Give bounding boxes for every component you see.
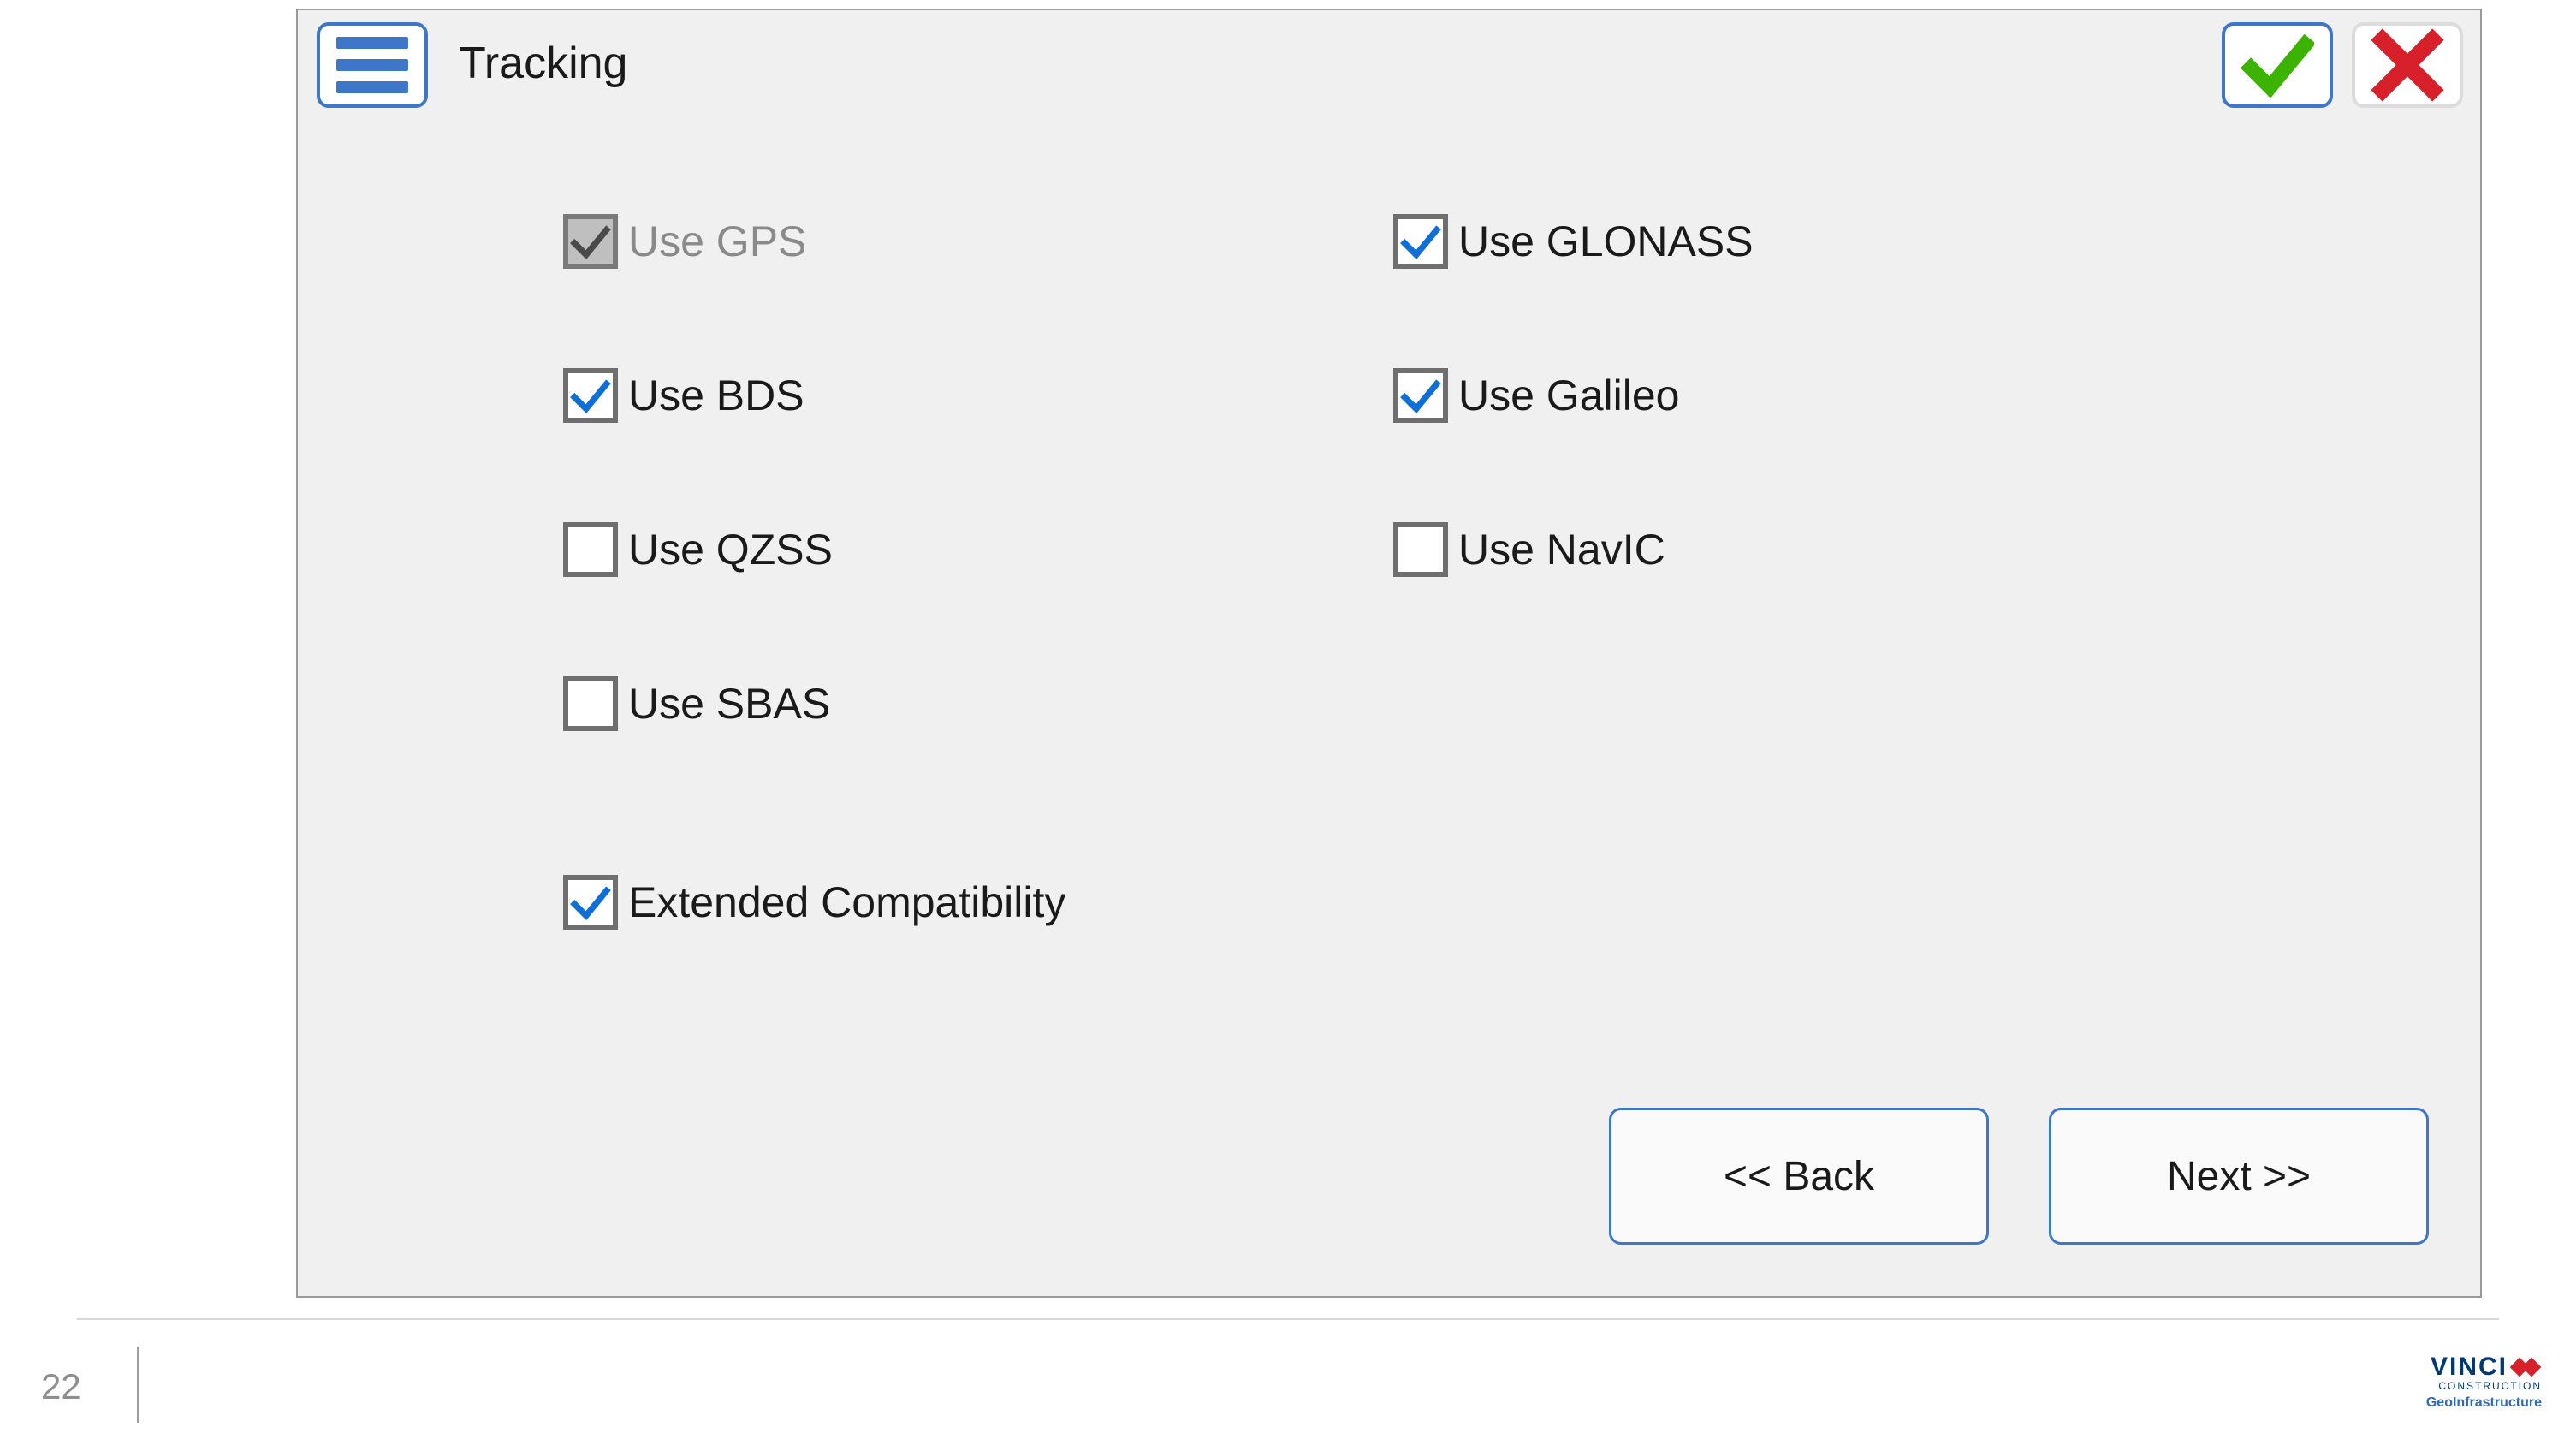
checkbox-glonass[interactable] xyxy=(1393,214,1448,269)
brand-icon xyxy=(2513,1353,2542,1382)
option-galileo: Use Galileo xyxy=(1393,318,2223,473)
checkbox-label: Extended Compatibility xyxy=(628,877,1065,927)
wizard-nav: << Back Next >> xyxy=(1609,1108,2429,1245)
footer-divider xyxy=(77,1318,2499,1320)
cancel-button[interactable] xyxy=(2352,22,2463,108)
hamburger-icon xyxy=(336,37,408,49)
checkmark-icon xyxy=(2241,28,2314,102)
checkbox-navic[interactable] xyxy=(1393,522,1448,577)
back-button[interactable]: << Back xyxy=(1609,1108,1989,1245)
checkbox-gps xyxy=(563,214,618,269)
checkbox-qzss[interactable] xyxy=(563,522,618,577)
checkbox-label: Use QZSS xyxy=(628,525,833,574)
option-extended-compatibility: Extended Compatibility xyxy=(563,875,1065,930)
panel-header: Tracking xyxy=(298,22,2480,125)
option-bds: Use BDS xyxy=(563,318,1393,473)
brand-name: VINCI xyxy=(2431,1353,2508,1382)
hamburger-icon xyxy=(336,81,408,93)
checkbox-label: Use Galileo xyxy=(1458,371,1679,420)
option-glonass: Use GLONASS xyxy=(1393,164,2223,318)
checkbox-sbas[interactable] xyxy=(563,676,618,731)
option-qzss: Use QZSS xyxy=(563,473,1393,627)
ok-button[interactable] xyxy=(2222,22,2333,108)
brand-subtitle-1: CONSTRUCTION xyxy=(2426,1380,2542,1392)
option-navic: Use NavIC xyxy=(1393,473,2223,627)
checkbox-label: Use GPS xyxy=(628,217,806,266)
brand-subtitle-2: GeoInfrastructure xyxy=(2426,1395,2542,1411)
menu-button[interactable] xyxy=(317,22,428,108)
option-gps: Use GPS xyxy=(563,164,1393,318)
page-number: 22 xyxy=(41,1366,81,1407)
tracking-panel: Tracking Use xyxy=(296,9,2482,1298)
page-title: Tracking xyxy=(459,38,627,89)
page-number-divider xyxy=(137,1347,139,1423)
checkbox-label: Use BDS xyxy=(628,371,804,420)
checkbox-bds[interactable] xyxy=(563,368,618,423)
checkbox-extended-compatibility[interactable] xyxy=(563,875,618,930)
checkbox-label: Use GLONASS xyxy=(1458,217,1754,266)
options-grid: Use GPS Use GLONASS xyxy=(563,164,2360,781)
checkbox-label: Use NavIC xyxy=(1458,525,1665,574)
brand-logo: VINCI CONSTRUCTION GeoInfrastructure xyxy=(2426,1353,2542,1411)
next-button[interactable]: Next >> xyxy=(2049,1108,2429,1245)
hamburger-icon xyxy=(336,59,408,71)
close-icon xyxy=(2371,28,2444,102)
option-sbas: Use SBAS xyxy=(563,627,1393,781)
checkbox-galileo[interactable] xyxy=(1393,368,1448,423)
checkbox-label: Use SBAS xyxy=(628,679,830,728)
